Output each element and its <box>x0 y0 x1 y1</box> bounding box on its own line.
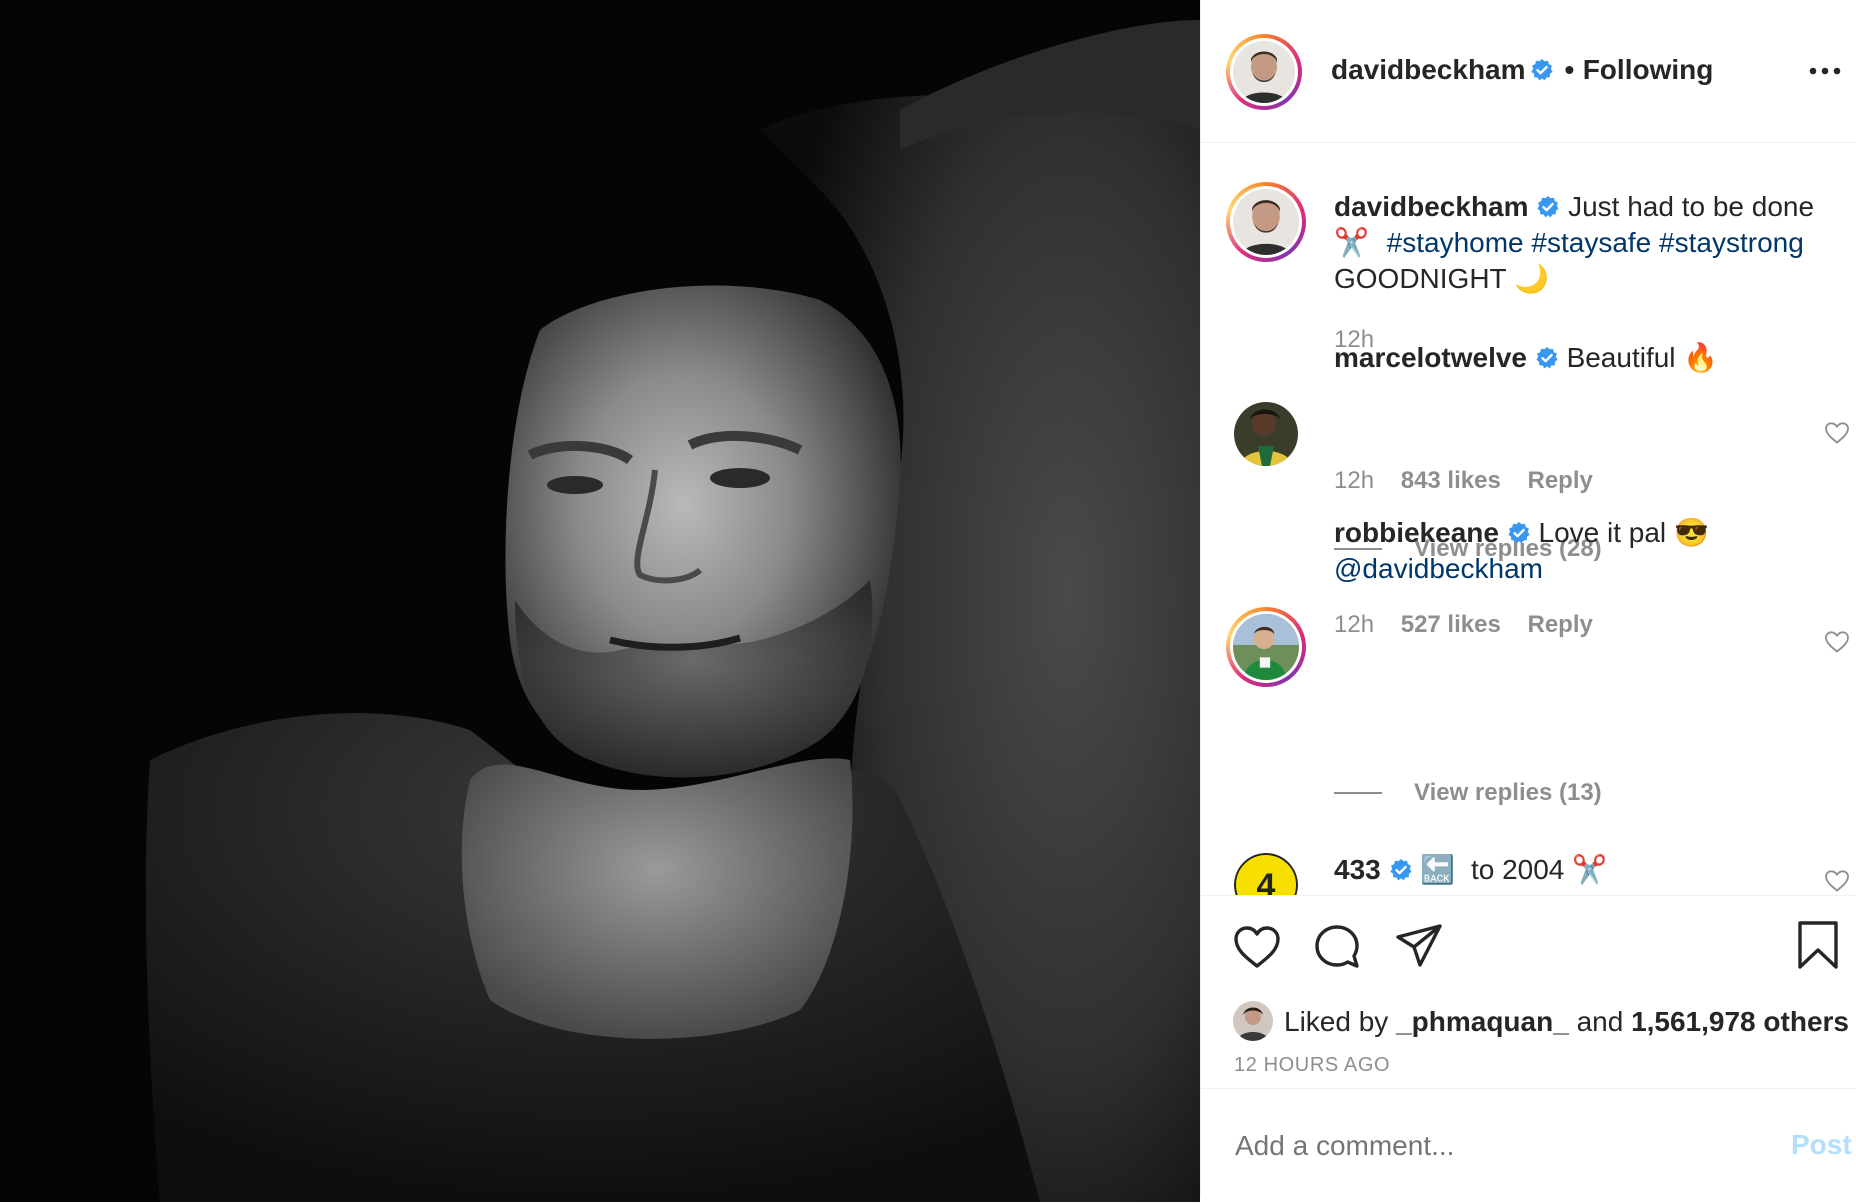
verified-badge-icon <box>1537 196 1559 218</box>
caption-avatar-image <box>1233 189 1299 255</box>
verified-badge-icon <box>1536 347 1558 369</box>
liked-by-avatar-image <box>1233 1001 1273 1041</box>
bookmark-save-icon[interactable] <box>1797 921 1839 969</box>
more-options-button[interactable] <box>1808 56 1842 86</box>
verified-badge-icon <box>1508 522 1530 544</box>
comment-2-mention[interactable]: @davidbeckham <box>1334 551 1543 587</box>
comment-2-body: robbiekeane Love it pal 😎 <box>1334 515 1709 551</box>
post-photo[interactable] <box>0 0 1200 1202</box>
header-dot-separator: • <box>1564 54 1575 85</box>
replies-line <box>1334 792 1382 794</box>
post-comment-button[interactable]: Post <box>1791 1129 1852 1161</box>
caption-line-2: ✂️ #stayhome #staysafe #staystrong <box>1334 225 1804 261</box>
caption-username[interactable]: davidbeckham <box>1334 191 1529 222</box>
caption-line-3: GOODNIGHT 🌙 <box>1334 261 1549 297</box>
moon-emoji: 🌙 <box>1513 263 1549 294</box>
liked-by-prefix: Liked by <box>1284 1006 1389 1037</box>
comment-2-meta: 12h 527 likes Reply <box>1334 611 1593 639</box>
liked-by-others[interactable]: 1,561,978 others <box>1631 1006 1849 1037</box>
author-avatar-image <box>1233 41 1295 103</box>
verified-badge-icon <box>1531 59 1553 81</box>
liked-by-user[interactable]: _phmaquan_ <box>1396 1006 1569 1037</box>
comment-3-like-icon[interactable] <box>1824 869 1850 893</box>
comment-3-username[interactable]: 433 <box>1334 854 1381 885</box>
comment-1-meta: 12h 843 likes Reply <box>1334 467 1593 495</box>
scissors-emoji: ✂️ <box>1572 854 1608 885</box>
marcelotwelve-avatar-image <box>1234 402 1298 466</box>
comment-2-like-icon[interactable] <box>1824 630 1850 654</box>
post-timestamp[interactable]: 12 HOURS AGO <box>1234 1054 1390 1077</box>
comment-2-likes[interactable]: 527 likes <box>1401 611 1501 638</box>
comment-1-likes[interactable]: 843 likes <box>1401 467 1501 494</box>
caption-line-1: davidbeckham Just had to be done <box>1334 189 1814 225</box>
header-username[interactable]: davidbeckham <box>1331 54 1526 85</box>
hashtag-stayhome[interactable]: #stayhome <box>1387 227 1524 258</box>
comment-bubble-icon[interactable] <box>1313 923 1361 971</box>
comment-2-view-replies[interactable]: View replies (13) <box>1414 779 1602 807</box>
comment-3-body: 433 🔙 to 2004 ✂️ <box>1334 852 1607 888</box>
fire-emoji: 🔥 <box>1683 342 1719 373</box>
caption-goodnight: GOODNIGHT <box>1334 263 1507 294</box>
svg-text:4: 4 <box>1257 867 1276 895</box>
comment-2-username[interactable]: robbiekeane <box>1334 517 1499 548</box>
caption-avatar[interactable] <box>1226 182 1306 262</box>
following-button[interactable]: Following <box>1583 54 1714 85</box>
comment-avatar-433[interactable]: 4 <box>1234 853 1298 895</box>
comment-3-text: to 2004 <box>1470 854 1565 885</box>
post-actions: Liked by _phmaquan_ and 1,561,978 others… <box>1201 895 1856 1089</box>
comment-2-reply-button[interactable]: Reply <box>1527 611 1592 638</box>
comment-1-username[interactable]: marcelotwelve <box>1334 342 1527 373</box>
hashtag-staysafe[interactable]: #staysafe <box>1531 227 1651 258</box>
433-avatar-image: 4 <box>1234 853 1298 895</box>
back-emoji: 🔙 <box>1420 854 1456 885</box>
liked-by-avatar[interactable] <box>1233 1001 1273 1041</box>
comment-1-text: Beautiful <box>1566 342 1676 373</box>
comment-1-like-icon[interactable] <box>1824 421 1850 445</box>
verified-badge-icon <box>1389 859 1412 881</box>
comment-input[interactable] <box>1233 1121 1737 1171</box>
photo-image <box>0 0 1200 1202</box>
post-sidebar: davidbeckham • Following davidbeckham Ju… <box>1200 0 1856 1202</box>
caption-text: Just had to be done <box>1568 191 1815 222</box>
comment-1-reply-button[interactable]: Reply <box>1527 467 1592 494</box>
bottom-strip <box>1200 1198 1856 1202</box>
comment-2-time[interactable]: 12h <box>1334 611 1374 638</box>
liked-by-text: Liked by _phmaquan_ and 1,561,978 others <box>1284 1006 1849 1038</box>
more-horizontal-icon <box>1809 67 1841 75</box>
sunglasses-emoji: 😎 <box>1673 517 1709 548</box>
comment-avatar-marcelotwelve[interactable] <box>1234 402 1298 466</box>
robbiekeane-avatar-image <box>1233 614 1299 680</box>
share-paper-plane-icon[interactable] <box>1395 923 1443 969</box>
liked-by-and: and <box>1576 1006 1624 1037</box>
post-header: davidbeckham • Following <box>1201 0 1856 143</box>
add-comment-bar: Post <box>1201 1088 1856 1203</box>
comment-1-time[interactable]: 12h <box>1334 467 1374 494</box>
comment-avatar-robbiekeane[interactable] <box>1226 607 1306 687</box>
comments-list[interactable]: davidbeckham Just had to be done ✂️ #sta… <box>1201 143 1856 895</box>
hashtag-staystrong[interactable]: #staystrong <box>1659 227 1804 258</box>
like-heart-icon[interactable] <box>1233 924 1281 970</box>
author-avatar[interactable] <box>1226 34 1302 110</box>
scissors-emoji: ✂️ <box>1334 227 1369 258</box>
comment-2-text: Love it pal <box>1538 517 1667 548</box>
comment-1-body: marcelotwelve Beautiful 🔥 <box>1334 340 1718 376</box>
